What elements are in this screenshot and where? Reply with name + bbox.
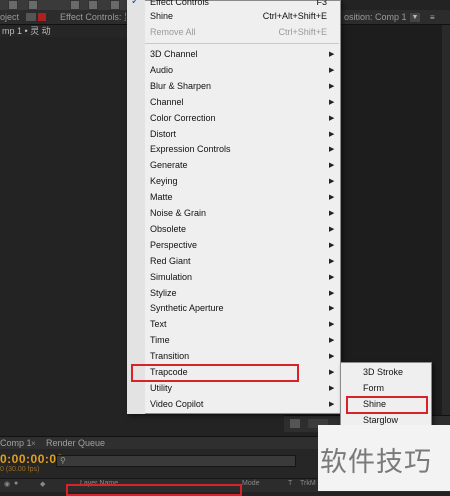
chevron-right-icon: ▶	[329, 178, 335, 186]
composition-viewer[interactable]	[342, 25, 450, 415]
chevron-right-icon: ▶	[329, 305, 335, 313]
mask-tool-icon[interactable]	[110, 0, 120, 10]
comp-breadcrumb: mp 1 • 灵 动	[0, 25, 128, 37]
chevron-right-icon: ▶	[329, 146, 335, 154]
toolbar	[0, 0, 128, 10]
chevron-right-icon: ▶	[329, 194, 335, 202]
chevron-right-icon: ▶	[329, 130, 335, 138]
chevron-right-icon: ▶	[329, 257, 335, 265]
viewer-scrollbar[interactable]	[442, 25, 450, 415]
dropdown-arrow-icon[interactable]: ▼	[410, 13, 420, 22]
menu-item-color-correction[interactable]: Color Correction	[150, 111, 216, 126]
tab-comp-1[interactable]: Comp 1	[0, 437, 32, 449]
close-icon[interactable]: ×	[31, 439, 36, 448]
lock-icon[interactable]: ●	[14, 480, 18, 487]
menu-item-video-copilot[interactable]: Video Copilot	[150, 397, 203, 412]
menu-check-column	[127, 0, 145, 414]
shortcut-shine: Ctrl+Alt+Shift+E	[262, 11, 327, 21]
menu-item-shine[interactable]: Shine	[150, 9, 173, 24]
current-time[interactable]: 0:00:00:00	[0, 452, 64, 466]
tab-project[interactable]: oject	[0, 11, 20, 23]
chevron-right-icon: ▶	[329, 337, 335, 345]
menu-item-generate[interactable]: Generate	[150, 158, 188, 173]
submenu-item-3d-stroke[interactable]: 3D Stroke	[363, 365, 403, 380]
checkmark-icon: ✓	[131, 0, 140, 7]
timeline-search-input[interactable]: ⚲	[56, 455, 296, 467]
chevron-right-icon: ▶	[329, 66, 335, 74]
chevron-right-icon: ▶	[329, 384, 335, 392]
menu-item-perspective[interactable]: Perspective	[150, 238, 197, 253]
chevron-right-icon: ▶	[329, 369, 335, 376]
menu-item-transition[interactable]: Transition	[150, 349, 189, 364]
chevron-right-icon: ▶	[329, 82, 335, 90]
menu-item-expression-controls[interactable]: Expression Controls	[150, 142, 231, 157]
chevron-right-icon: ▶	[329, 51, 335, 58]
visibility-icon[interactable]: ◉	[4, 480, 10, 488]
mode-header[interactable]: Mode	[242, 480, 260, 487]
menu-item-red-giant[interactable]: Red Giant	[150, 254, 191, 269]
layer-row-highlight	[66, 484, 242, 496]
t-header: T	[288, 480, 293, 487]
menu-separator	[145, 43, 339, 44]
close-icon[interactable]	[26, 13, 36, 21]
menu-item-noise-grain[interactable]: Noise & Grain	[150, 206, 206, 221]
trapcode-highlight	[131, 364, 299, 382]
menu-item-3d-channel[interactable]: 3D Channel	[150, 47, 198, 62]
menu-item-text[interactable]: Text	[150, 317, 167, 332]
menu-item-matte[interactable]: Matte	[150, 190, 173, 205]
menu-item-distort[interactable]: Distort	[150, 127, 176, 142]
lock-icon[interactable]	[38, 13, 46, 21]
chevron-right-icon: ▶	[329, 400, 335, 408]
search-icon: ⚲	[60, 456, 66, 465]
menu-item-blur-sharpen[interactable]: Blur & Sharpen	[150, 79, 211, 94]
chevron-right-icon: ▶	[329, 210, 335, 217]
menu-item-simulation[interactable]: Simulation	[150, 270, 192, 285]
tab-composition[interactable]: osition: Comp 1	[344, 11, 408, 23]
chevron-right-icon: ▶	[329, 241, 335, 249]
menu-item-stylize[interactable]: Stylize	[150, 286, 177, 301]
chevron-right-icon: ▶	[329, 98, 335, 106]
shine-highlight	[346, 396, 428, 414]
menu-item-remove-all[interactable]: Remove All	[150, 25, 196, 40]
tab-render-queue[interactable]: Render Queue	[46, 437, 105, 449]
trkmat-header: TrkM	[300, 480, 316, 487]
selection-tool-icon[interactable]	[8, 0, 18, 10]
pan-tool-icon[interactable]	[88, 0, 98, 10]
menu-item-time[interactable]: Time	[150, 333, 170, 348]
hand-tool-icon[interactable]	[28, 0, 38, 10]
watermark-text: 软件技巧	[320, 447, 432, 478]
menu-item-audio[interactable]: Audio	[150, 63, 173, 78]
chevron-right-icon: ▶	[329, 273, 335, 281]
menu-item-synthetic-aperture[interactable]: Synthetic Aperture	[150, 301, 224, 316]
chevron-right-icon: ▶	[329, 162, 335, 170]
chevron-right-icon: ▶	[329, 225, 335, 233]
chevron-right-icon: ▶	[329, 353, 335, 361]
frame-rate: 0 (30.00 fps)	[0, 466, 40, 473]
label-icon[interactable]: ◆	[40, 480, 45, 488]
menu-item-channel[interactable]: Channel	[150, 95, 184, 110]
grid-icon[interactable]	[290, 419, 300, 428]
shortcut-remove-all: Ctrl+Shift+E	[278, 27, 327, 37]
chevron-right-icon: ▶	[329, 114, 335, 122]
menu-item-utility[interactable]: Utility	[150, 381, 172, 396]
submenu-item-form[interactable]: Form	[363, 381, 384, 396]
camera-tool-icon[interactable]	[70, 0, 80, 10]
menu-item-keying[interactable]: Keying	[150, 174, 178, 189]
chevron-right-icon: ▶	[329, 321, 335, 329]
tab-effect-controls[interactable]: Effect Controls: 炅	[60, 11, 126, 23]
chevron-right-icon: ▶	[329, 289, 335, 297]
panel-menu-icon[interactable]: ≡	[430, 13, 440, 22]
menu-item-obsolete[interactable]: Obsolete	[150, 222, 186, 237]
